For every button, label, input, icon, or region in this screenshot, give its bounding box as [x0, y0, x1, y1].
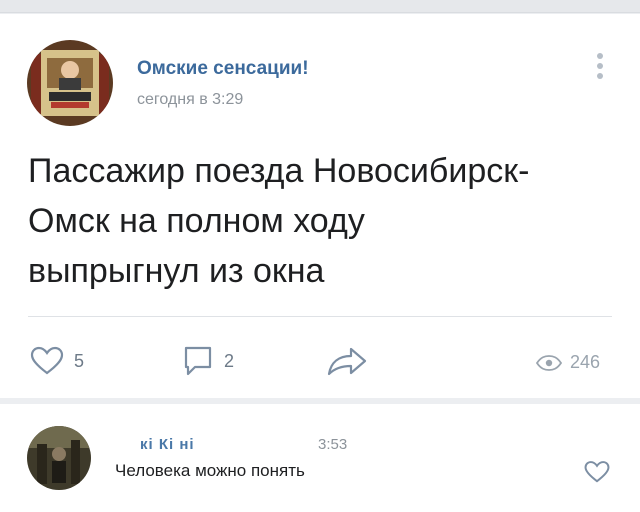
comment-text: Человека можно понять [115, 461, 305, 480]
post-card: Омские сенсации! сегодня в 3:29 Пассажир… [0, 14, 640, 398]
heart-icon [584, 461, 610, 483]
commenter-name-link[interactable]: кі Кі ні [140, 436, 195, 453]
post-text-line: Омск на полном ходу [28, 202, 365, 240]
share-button[interactable] [327, 345, 367, 377]
top-strip [0, 0, 640, 13]
heart-icon [30, 346, 64, 375]
eye-icon [536, 354, 562, 371]
post-text: Пассажир поезда Новосибирск- Омск на пол… [28, 146, 628, 296]
views-count: 246 [570, 352, 601, 372]
views-counter: 246 [536, 352, 600, 373]
comment-count: 2 [224, 350, 235, 371]
commenter-avatar[interactable] [27, 426, 91, 490]
post-text-line: Пассажир поезда Новосибирск- [28, 152, 530, 190]
share-icon [327, 347, 367, 376]
comment-card: кі Кі ні 3:53 Человека можно понять [0, 404, 640, 512]
like-count: 5 [74, 350, 85, 371]
group-name-link[interactable]: Омские сенсации! [137, 58, 309, 80]
comment-icon [184, 346, 212, 376]
comment-timestamp: 3:53 [318, 436, 348, 453]
group-avatar[interactable] [27, 40, 113, 126]
post-text-line: выпрыгнул из окна [28, 252, 325, 290]
like-button[interactable]: 5 [30, 345, 84, 377]
divider [28, 316, 612, 317]
comment-button[interactable]: 2 [182, 345, 234, 377]
more-vertical-icon[interactable] [592, 50, 608, 90]
post-timestamp: сегодня в 3:29 [137, 91, 244, 108]
comment-like-button[interactable] [584, 460, 610, 489]
